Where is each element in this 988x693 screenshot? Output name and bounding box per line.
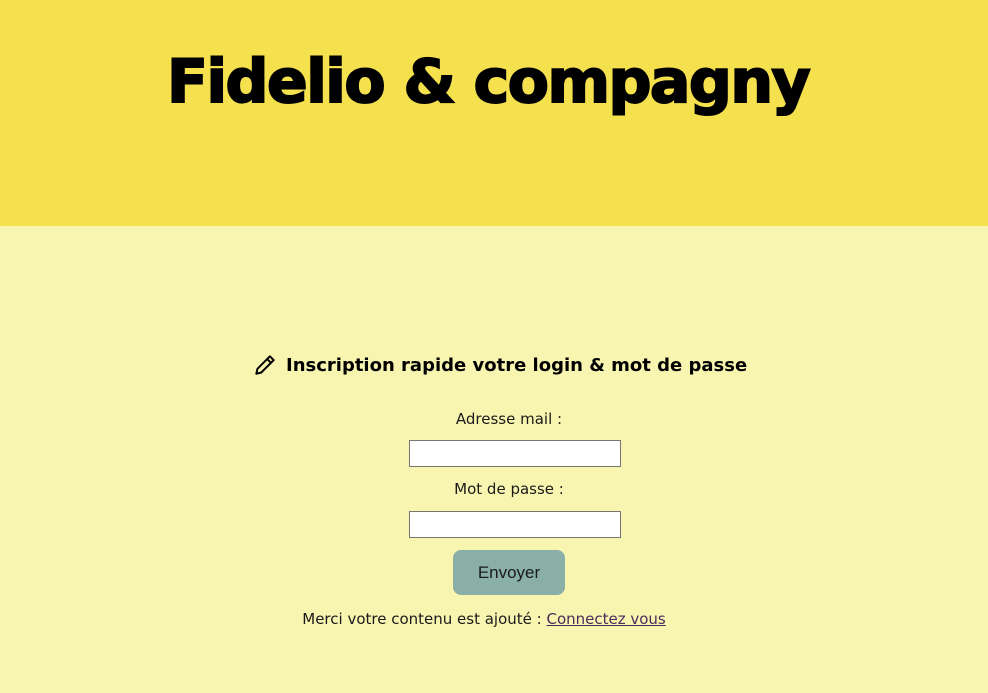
form-heading: Inscription rapide votre login & mot de … (252, 352, 747, 378)
form-heading-text: Inscription rapide votre login & mot de … (286, 354, 748, 376)
site-title: Fidelio & compagny (166, 46, 812, 118)
confirmation-text: Merci votre contenu est ajouté : (302, 610, 547, 628)
email-label: Adresse mail : (455, 410, 563, 428)
site-header: Fidelio & compagny (0, 0, 988, 226)
submit-button[interactable]: Envoyer (453, 550, 565, 595)
password-field[interactable] (409, 511, 621, 538)
email-field[interactable] (409, 440, 621, 467)
confirmation-message: Merci votre contenu est ajouté : Connect… (0, 610, 968, 628)
main-content: Inscription rapide votre login & mot de … (0, 226, 988, 693)
password-label: Mot de passe : (454, 480, 564, 498)
pencil-icon (252, 352, 278, 378)
login-link[interactable]: Connectez vous (546, 610, 665, 628)
